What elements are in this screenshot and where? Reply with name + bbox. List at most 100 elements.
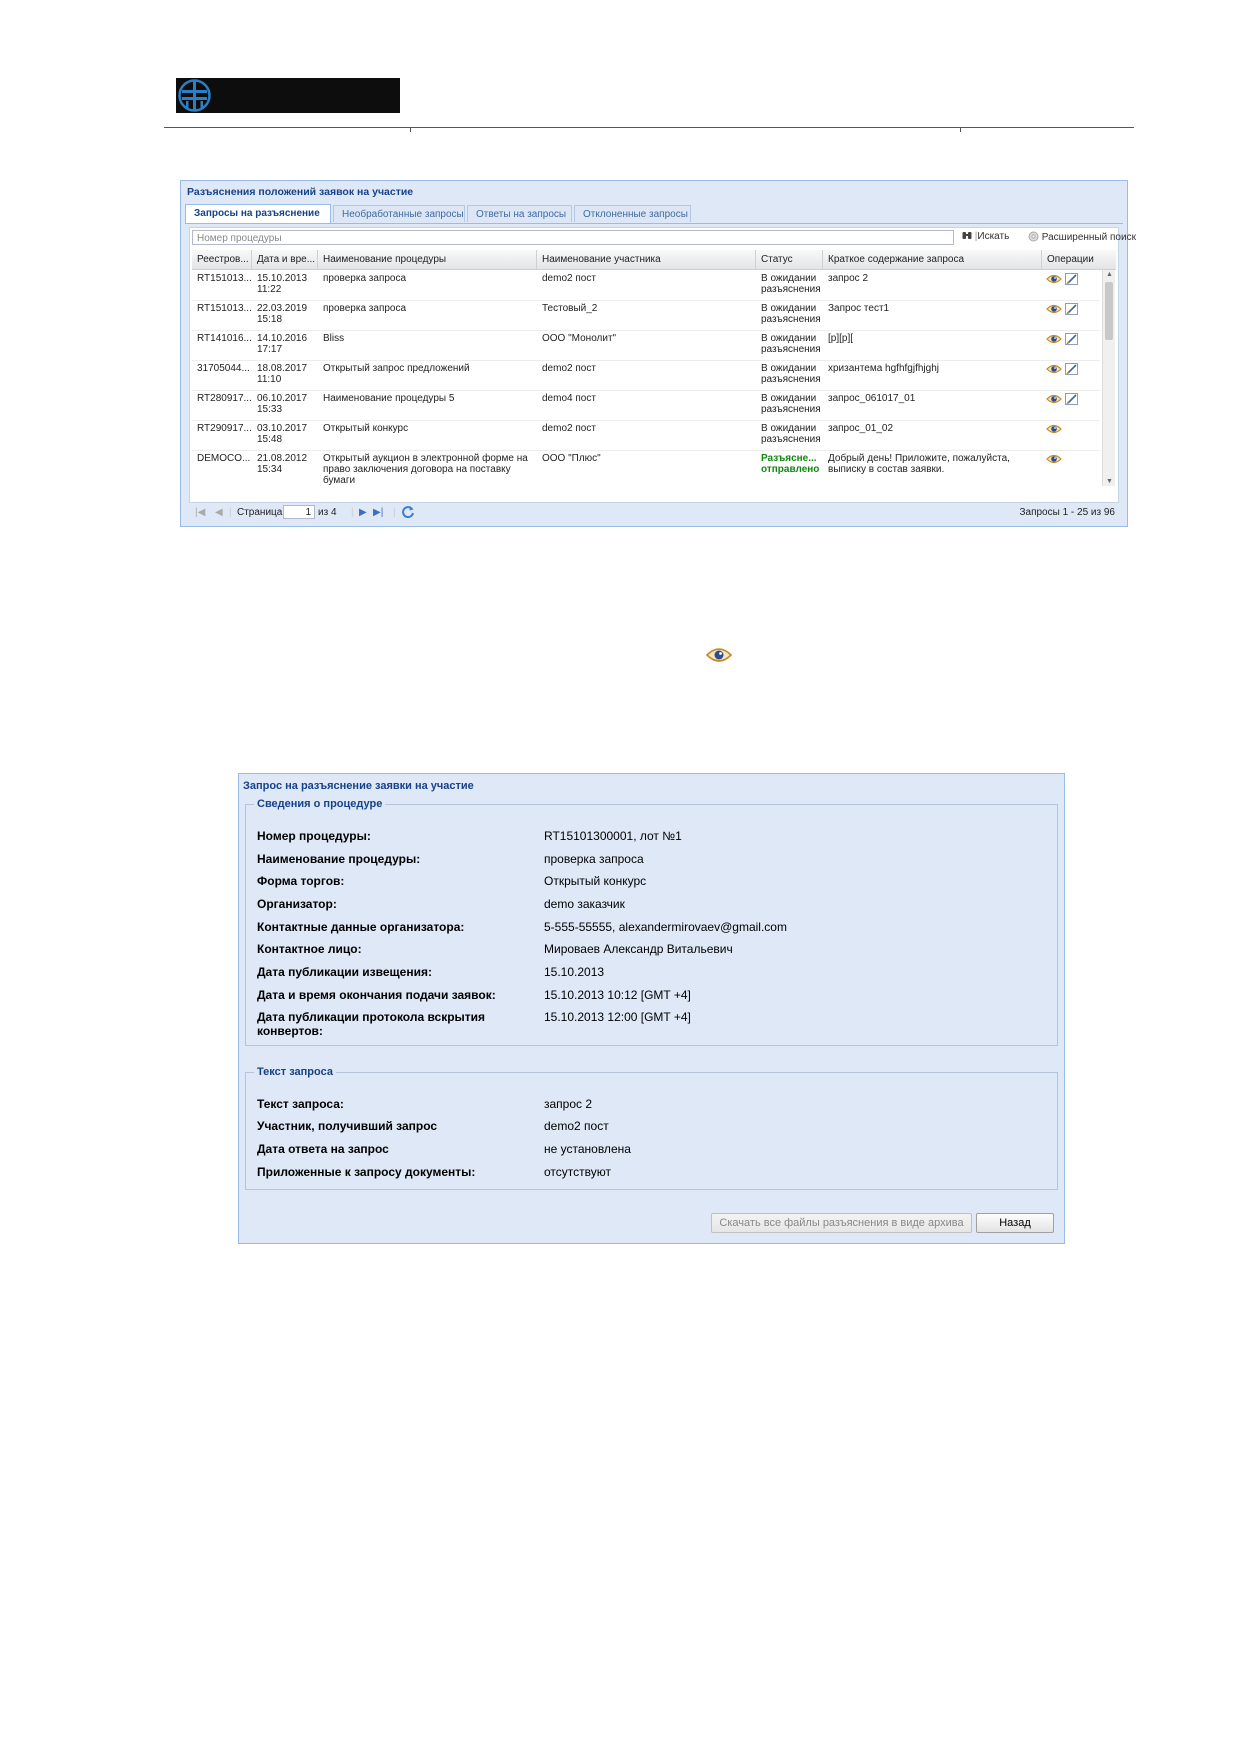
cell-registry: 31705044... <box>197 363 250 374</box>
cell-procedure: Открытый запрос предложений <box>323 363 470 374</box>
field-value: demo2 пост <box>544 1119 609 1133</box>
gear-icon <box>1028 231 1039 242</box>
tab-requests[interactable]: Запросы на разъяснение <box>185 204 331 223</box>
cell-procedure: проверка запроса <box>323 303 407 314</box>
records-summary: Запросы 1 - 25 из 96 <box>1019 507 1115 518</box>
cell-registry: RT290917... <box>197 423 252 434</box>
last-page-icon[interactable]: ▶| <box>373 507 383 518</box>
download-archive-button[interactable]: Скачать все файлы разъяснения в виде арх… <box>711 1213 972 1233</box>
field-label: Номер процедуры: <box>257 829 371 843</box>
cell-summary: запрос 2 <box>828 273 869 284</box>
eye-icon[interactable] <box>1046 392 1062 406</box>
col-date[interactable]: Дата и вре... <box>252 250 318 269</box>
cell-status: В ожидании разъяснения <box>761 363 821 385</box>
cell-participant: demo4 пост <box>542 393 596 404</box>
eye-icon[interactable] <box>1046 302 1062 316</box>
eye-icon[interactable] <box>1046 362 1062 376</box>
binoculars-icon <box>962 232 972 239</box>
back-button[interactable]: Назад <box>976 1213 1054 1233</box>
tab-unprocessed[interactable]: Необработанные запросы <box>333 205 465 222</box>
col-procedure[interactable]: Наименование процедуры <box>318 250 537 269</box>
section-legend: Сведения о процедуре <box>257 798 383 810</box>
col-operations: Операции <box>1047 254 1094 265</box>
tab-rejected[interactable]: Отклоненные запросы <box>574 205 691 222</box>
grid-body: RT151013... 15.10.2013 11:22 проверка запро… <box>192 270 1100 486</box>
cell-operations <box>1046 422 1064 439</box>
field-label: Дата ответа на запрос <box>257 1142 389 1156</box>
cell-date: 14.10.2016 17:17 <box>257 333 308 355</box>
refresh-icon[interactable] <box>401 505 415 522</box>
logo <box>176 78 400 113</box>
scroll-down-icon[interactable]: ▼ <box>1106 478 1113 485</box>
cell-participant: demo2 пост <box>542 273 596 284</box>
edit-icon[interactable] <box>1064 332 1080 346</box>
field-label: Текст запроса: <box>257 1097 344 1111</box>
pagination-bar: |◀ ◀ | Страница 1 из 4 | ▶ ▶| | Запросы … <box>187 503 1121 523</box>
cell-participant: Тестовый_2 <box>542 303 598 314</box>
table-row[interactable]: RT280917... 06.10.2017 15:33 Наименование п… <box>192 390 1100 421</box>
eye-icon[interactable] <box>1046 422 1062 436</box>
procedure-number-search-input[interactable]: Номер процедуры <box>192 230 954 245</box>
table-row[interactable]: RT151013... 15.10.2013 11:22 проверка запро… <box>192 270 1100 301</box>
cell-status: В ожидании разъяснения <box>761 303 821 325</box>
col-participant[interactable]: Наименование участника <box>537 250 756 269</box>
scroll-up-icon[interactable]: ▲ <box>1106 271 1113 278</box>
logo-emblem-icon <box>178 79 211 112</box>
cell-date: 21.08.2012 15:34 <box>257 453 308 475</box>
edit-icon[interactable] <box>1064 392 1080 406</box>
table-row[interactable]: 31705044... 18.08.2017 11:10 Открытый запро… <box>192 360 1100 391</box>
pager-separator: | <box>351 507 354 518</box>
first-page-icon[interactable]: |◀ <box>195 507 205 518</box>
cell-summary: запрос_061017_01 <box>828 393 916 404</box>
cell-registry: DEMOCO... <box>197 453 251 464</box>
cell-operations <box>1046 392 1082 409</box>
eye-icon[interactable] <box>1046 452 1062 466</box>
cell-participant: ООО "Плюс" <box>542 453 601 464</box>
edit-icon[interactable] <box>1064 362 1080 376</box>
cell-status: В ожидании разъяснения <box>761 333 821 355</box>
field-label: Контактное лицо: <box>257 942 362 956</box>
cell-procedure: Открытый конкурс <box>323 423 409 434</box>
col-summary[interactable]: Краткое содержание запроса <box>823 250 1042 269</box>
scroll-thumb[interactable] <box>1105 282 1113 340</box>
tab-answers[interactable]: Ответы на запросы <box>467 205 572 222</box>
field-value: не установлена <box>544 1142 631 1156</box>
cell-operations <box>1046 362 1082 379</box>
eye-icon[interactable] <box>1046 332 1062 346</box>
cell-registry: RT280917... <box>197 393 252 404</box>
edit-icon[interactable] <box>1064 302 1080 316</box>
col-status[interactable]: Статус <box>756 250 823 269</box>
cell-procedure: Наименование процедуры 5 <box>323 393 455 404</box>
col-registry[interactable]: Реестров... <box>192 250 252 269</box>
cell-status: В ожидании разъяснения <box>761 393 821 415</box>
prev-page-icon[interactable]: ◀ <box>215 507 223 518</box>
page-number-input[interactable]: 1 <box>283 505 315 519</box>
cell-registry: RT151013... <box>197 273 252 284</box>
cell-registry: RT141016... <box>197 333 252 344</box>
table-row[interactable]: RT151013... 22.03.2019 15:18 проверка запро… <box>192 300 1100 331</box>
grid-scrollbar[interactable]: ▲ ▼ <box>1102 270 1115 486</box>
table-row[interactable]: RT141016... 14.10.2016 17:17 Bliss ООО "Моно… <box>192 330 1100 361</box>
field-label: Контактные данные организатора: <box>257 920 465 934</box>
header-tick <box>410 127 411 132</box>
field-value: запрос 2 <box>544 1097 593 1111</box>
advanced-search-button[interactable]: Расширенный поиск <box>1028 231 1136 243</box>
eye-icon[interactable] <box>1046 272 1062 286</box>
cell-date: 18.08.2017 11:10 <box>257 363 308 385</box>
field-value: 15.10.2013 12:00 [GMT +4] <box>544 1010 691 1024</box>
cell-operations <box>1046 272 1082 289</box>
table-row[interactable]: DEMOCO... 21.08.2012 15:34 Открытый аукцион… <box>192 450 1100 486</box>
tab-bar: Запросы на разъяснение Необработанные за… <box>185 203 1123 224</box>
cell-operations <box>1046 332 1082 349</box>
grid-header: Реестров... Дата и вре... Наименование п… <box>192 250 1116 270</box>
next-page-icon[interactable]: ▶ <box>359 507 367 518</box>
panel-title: Запрос на разъяснение заявки на участие <box>243 780 474 792</box>
cell-operations <box>1046 452 1064 469</box>
table-row[interactable]: RT290917... 03.10.2017 15:48 Открытый конку… <box>192 420 1100 451</box>
pager-separator: | <box>229 507 232 518</box>
field-value: отсутствуют <box>544 1165 611 1179</box>
cell-date: 03.10.2017 15:48 <box>257 423 308 445</box>
search-button[interactable]: |Искать <box>962 231 1009 242</box>
edit-icon[interactable] <box>1064 272 1080 286</box>
field-value: Открытый конкурс <box>544 874 647 888</box>
